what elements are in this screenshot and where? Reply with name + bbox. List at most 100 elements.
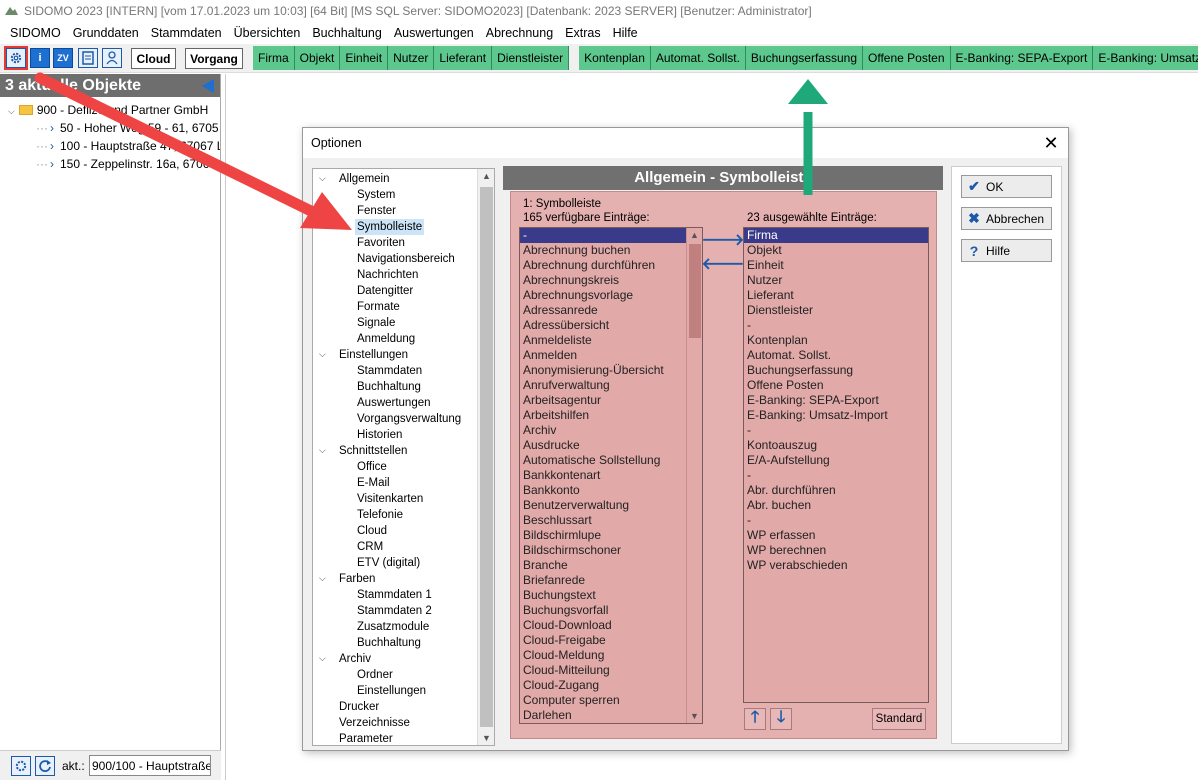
menu-item[interactable]: Auswertungen — [388, 22, 480, 44]
expand-caret-icon[interactable]: ⌵ — [319, 349, 326, 360]
quick-button[interactable]: Buchungserfassung — [745, 46, 863, 70]
options-tree-item[interactable]: Vorgangsverwaltung — [355, 411, 463, 427]
options-tree-item[interactable]: Symbolleiste — [355, 219, 425, 235]
selected-entry[interactable]: Kontenplan — [744, 333, 928, 348]
available-entry[interactable]: Abrechnungsvorlage — [520, 288, 702, 303]
selected-entry[interactable]: Einheit — [744, 258, 928, 273]
available-entry[interactable]: Branche — [520, 558, 702, 573]
available-entry[interactable]: Cloud-Zugang — [520, 678, 702, 693]
current-object-field[interactable] — [89, 755, 211, 776]
chevron-down-icon[interactable]: ⌵ — [8, 106, 15, 116]
options-tree-item[interactable]: Fenster — [355, 203, 398, 219]
selected-entry[interactable]: E/A-Aufstellung — [744, 453, 928, 468]
available-entry[interactable]: Archiv — [520, 423, 702, 438]
expand-caret-icon[interactable]: ⌵ — [319, 173, 326, 184]
options-tree-item[interactable]: Buchhaltung — [355, 379, 423, 395]
options-tree-item[interactable]: Cloud — [355, 523, 389, 539]
available-list-scrollbar[interactable]: ▲ ▼ — [686, 228, 702, 723]
options-tree-item[interactable]: Navigationsbereich — [355, 251, 457, 267]
options-tree-item[interactable]: ETV (digital) — [355, 555, 422, 571]
quick-button[interactable]: Lieferant — [434, 46, 493, 70]
selected-entry[interactable]: - — [744, 468, 928, 483]
options-tree-item[interactable]: Historien — [355, 427, 404, 443]
close-icon[interactable]: ✕ — [1042, 134, 1060, 152]
available-entry[interactable]: Automatische Sollstellung — [520, 453, 702, 468]
available-entry[interactable]: Anrufverwaltung — [520, 378, 702, 393]
options-tree-item[interactable]: Einstellungen — [355, 683, 428, 699]
selected-entry[interactable]: WP berechnen — [744, 543, 928, 558]
info-icon[interactable]: i — [30, 48, 50, 68]
options-tree-item[interactable]: Einstellungen — [337, 347, 410, 363]
quick-button[interactable]: Automat. Sollst. — [650, 46, 746, 70]
ok-button[interactable]: ✔ OK — [961, 175, 1052, 198]
options-tree-item[interactable]: Visitenkarten — [355, 491, 425, 507]
available-entry[interactable]: Bankkonto — [520, 483, 702, 498]
available-entry[interactable]: Cloud-Download — [520, 618, 702, 633]
remove-arrow-icon[interactable]: 🡐 — [702, 254, 745, 273]
available-entry[interactable]: Arbeitshilfen — [520, 408, 702, 423]
chevron-right-icon[interactable]: › — [50, 121, 54, 135]
options-tree-item[interactable]: Stammdaten 1 — [355, 587, 434, 603]
selected-entry[interactable]: - — [744, 318, 928, 333]
selected-entry[interactable]: Nutzer — [744, 273, 928, 288]
options-tree-item[interactable]: Nachrichten — [355, 267, 420, 283]
available-entry[interactable]: Bankkontenart — [520, 468, 702, 483]
quick-button[interactable]: Kontenplan — [579, 46, 651, 70]
selected-entry[interactable]: Offene Posten — [744, 378, 928, 393]
available-entry[interactable]: Briefanrede — [520, 573, 702, 588]
options-tree-item[interactable]: Schnittstellen — [337, 443, 409, 459]
available-entry[interactable]: Cloud-Freigabe — [520, 633, 702, 648]
refresh-icon[interactable] — [35, 756, 55, 776]
selected-entry[interactable]: E-Banking: Umsatz-Import — [744, 408, 928, 423]
selected-entries-list[interactable]: Firma Objekt Einheit Nutzer Lieferant Dienstl… — [743, 227, 929, 703]
options-tree-item[interactable]: System — [355, 187, 397, 203]
available-entry[interactable]: Arbeitsagentur — [520, 393, 702, 408]
options-tree-item[interactable]: Stammdaten — [355, 363, 424, 379]
options-tree-item[interactable]: Telefonie — [355, 507, 405, 523]
options-tree-item[interactable]: Office — [355, 459, 389, 475]
chevron-right-icon[interactable]: › — [50, 139, 54, 153]
options-tree-item[interactable]: Archiv — [337, 651, 373, 667]
selected-entry[interactable]: - — [744, 513, 928, 528]
selected-entry[interactable]: WP verabschieden — [744, 558, 928, 573]
move-down-icon[interactable]: 🡓 — [770, 708, 792, 730]
available-entry[interactable]: Cloud-Meldung — [520, 648, 702, 663]
object-tree-item[interactable]: ··· › 150 - Zeppelinstr. 16a, 6706 — [36, 155, 209, 173]
quick-button[interactable]: Dienstleister — [492, 46, 570, 70]
available-entry[interactable]: Abrechnung durchführen — [520, 258, 702, 273]
gear-icon[interactable] — [4, 46, 28, 70]
options-tree-item[interactable]: Ordner — [355, 667, 395, 683]
standard-button[interactable]: Standard — [872, 708, 926, 730]
options-tree-item[interactable]: Parameter — [337, 731, 395, 745]
selected-entry[interactable]: Dienstleister — [744, 303, 928, 318]
available-entry[interactable]: Adressübersicht — [520, 318, 702, 333]
options-tree-item[interactable]: Signale — [355, 315, 397, 331]
selected-entry[interactable]: Abr. durchführen — [744, 483, 928, 498]
available-entry[interactable]: Darlehen — [520, 708, 702, 723]
selected-entry[interactable]: WP erfassen — [744, 528, 928, 543]
quick-button[interactable]: E-Banking: SEPA-Export — [950, 46, 1094, 70]
available-entry[interactable]: Buchungstext — [520, 588, 702, 603]
object-tree-item[interactable]: ··· › 50 - Hoher Weg 59 - 61, 6705 — [36, 119, 219, 137]
options-tree-item[interactable]: Drucker — [337, 699, 381, 715]
available-entry[interactable]: Bildschirmschoner — [520, 543, 702, 558]
selected-entry[interactable]: Automat. Sollst. — [744, 348, 928, 363]
available-entry[interactable]: Cloud-Mitteilung — [520, 663, 702, 678]
selected-entry[interactable]: Objekt — [744, 243, 928, 258]
quick-button[interactable]: Firma — [253, 46, 295, 70]
options-tree-item[interactable]: Datengitter — [355, 283, 415, 299]
available-entry[interactable]: Benutzerverwaltung — [520, 498, 702, 513]
available-entry[interactable]: Abrechnungskreis — [520, 273, 702, 288]
object-tree-item[interactable]: ··· › 100 - Hauptstraße 47, 67067 L — [36, 137, 220, 155]
options-tree-item[interactable]: Anmeldung — [355, 331, 417, 347]
available-entry[interactable]: Ausdrucke — [520, 438, 702, 453]
available-entry[interactable]: Anonymisierung-Übersicht — [520, 363, 702, 378]
menu-item[interactable]: Stammdaten — [145, 22, 228, 44]
settings-gear-icon[interactable] — [11, 756, 31, 776]
selected-entry[interactable]: - — [744, 423, 928, 438]
options-tree-item[interactable]: Zusatzmodule — [355, 619, 431, 635]
selected-entry[interactable]: Kontoauszug — [744, 438, 928, 453]
expand-caret-icon[interactable]: ⌵ — [319, 653, 326, 664]
object-tree-item[interactable]: ⌵ 900 - Deflize und Partner GmbH — [8, 101, 208, 120]
selected-entry[interactable]: Lieferant — [744, 288, 928, 303]
